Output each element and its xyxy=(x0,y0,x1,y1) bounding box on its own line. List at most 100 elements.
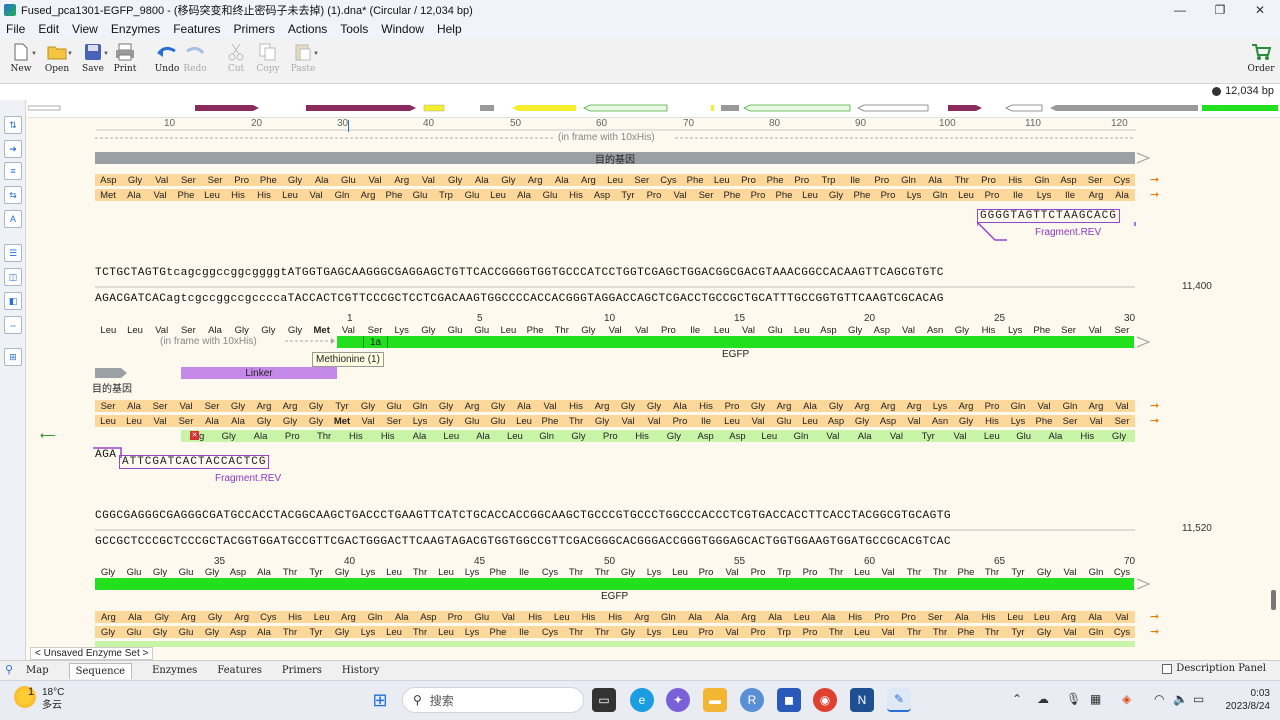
amino-acid[interactable]: Arg xyxy=(1055,612,1082,623)
task-view-icon[interactable]: ▭ xyxy=(592,688,616,712)
amino-acid[interactable]: Val xyxy=(628,325,655,336)
amino-acid[interactable]: Ile xyxy=(682,325,709,336)
amino-acid[interactable]: His xyxy=(522,612,549,623)
amino-acid[interactable]: Ala xyxy=(849,431,881,442)
taskbar-clock[interactable]: 0:03 2023/8/24 xyxy=(1226,687,1271,713)
amino-acid[interactable]: Gly xyxy=(122,175,149,186)
amino-acid[interactable]: Lys xyxy=(1031,190,1057,201)
amino-acid[interactable]: Leu xyxy=(708,325,735,336)
amino-acid[interactable]: Leu xyxy=(485,190,511,201)
amino-acid[interactable]: Leu xyxy=(95,325,122,336)
antivirus-icon[interactable]: ◈ xyxy=(1122,692,1131,706)
amino-acid[interactable]: Gln xyxy=(895,175,922,186)
snapgene-icon[interactable]: ✎ xyxy=(887,688,911,712)
cloud-icon[interactable]: ☁ xyxy=(1037,692,1049,706)
tab-primers[interactable]: Primers xyxy=(282,665,322,676)
amino-acid[interactable]: Phe xyxy=(719,190,745,201)
amino-acid[interactable]: Ala xyxy=(511,190,537,201)
amino-acid[interactable]: Arg xyxy=(228,612,255,623)
amino-acid[interactable]: Arg xyxy=(589,401,615,412)
redo-button[interactable]: Redo xyxy=(178,42,212,82)
amino-acid[interactable]: Gly xyxy=(433,416,459,427)
amino-acid[interactable]: Arg xyxy=(1083,401,1109,412)
amino-acid[interactable]: Val xyxy=(901,416,927,427)
amino-acid[interactable]: Val xyxy=(1109,401,1135,412)
amino-acid[interactable]: Gln xyxy=(1029,175,1056,186)
lanes-icon[interactable]: ☰ xyxy=(4,244,22,262)
amino-acid[interactable]: Phe xyxy=(522,325,549,336)
amino-acid[interactable]: Ser xyxy=(95,401,121,412)
amino-acid[interactable]: Gly xyxy=(251,416,277,427)
amino-acid[interactable]: Val xyxy=(735,325,762,336)
amino-acid[interactable]: Val xyxy=(1082,325,1109,336)
menu-features[interactable]: Features xyxy=(173,22,220,36)
amino-acid[interactable]: Pro xyxy=(276,431,308,442)
amino-acid[interactable]: Gly xyxy=(147,567,173,578)
amino-acid[interactable]: Tyr xyxy=(615,190,641,201)
amino-acid[interactable]: Ala xyxy=(122,612,149,623)
cca-icon[interactable]: ⊞ xyxy=(4,348,22,366)
amino-acid[interactable]: Leu xyxy=(548,612,575,623)
cut-button[interactable]: Cut xyxy=(219,42,253,82)
ruler-icon[interactable]: ⇔ xyxy=(4,316,22,334)
amino-acid[interactable]: Thr xyxy=(823,627,849,638)
amino-acid[interactable]: Ala xyxy=(404,431,436,442)
amino-acid[interactable]: Leu xyxy=(602,175,629,186)
amino-acid[interactable]: Tyr xyxy=(1005,567,1031,578)
amino-acid[interactable]: Arg xyxy=(953,401,979,412)
amino-acid[interactable]: Val xyxy=(147,416,173,427)
amino-acid[interactable]: Ala xyxy=(1082,612,1109,623)
amino-acid[interactable]: Leu xyxy=(435,431,467,442)
amino-acid[interactable]: Gly xyxy=(615,401,641,412)
amino-acid[interactable]: Thr xyxy=(407,567,433,578)
amino-acid[interactable]: His xyxy=(225,190,251,201)
amino-acid[interactable]: Pro xyxy=(693,567,719,578)
amino-acid[interactable]: Arg xyxy=(735,612,762,623)
amino-acid[interactable]: Ser xyxy=(381,416,407,427)
microphone-icon[interactable]: 🎙 xyxy=(1066,692,1081,706)
amino-acid[interactable]: Lys xyxy=(355,627,381,638)
amino-acid[interactable]: Phe xyxy=(381,190,407,201)
bottom-strand-sequence-2[interactable]: GCCGCTCCCGCTCCCGCTACGGTGGATGCCGTTCGACTGG… xyxy=(95,536,951,548)
amino-acid[interactable]: Gly xyxy=(329,627,355,638)
amino-acid[interactable]: Ser xyxy=(1082,175,1109,186)
amino-acid[interactable]: Ala xyxy=(511,401,537,412)
amino-acid[interactable]: Ser xyxy=(147,401,173,412)
amino-acid[interactable]: His xyxy=(1071,431,1103,442)
amino-acid[interactable]: Pro xyxy=(655,325,682,336)
amino-acid[interactable]: Arg xyxy=(355,190,381,201)
amino-acid[interactable]: Leu xyxy=(788,325,815,336)
amino-acid[interactable]: Leu xyxy=(1029,612,1056,623)
amino-acid[interactable]: Val xyxy=(362,175,389,186)
amino-acid[interactable]: Phe xyxy=(255,175,282,186)
amino-acid[interactable]: Val xyxy=(745,416,771,427)
amino-acid[interactable]: Pro xyxy=(868,175,895,186)
bottom-strand-sequence[interactable]: AGACGATCACagtcgccggccgccccaTACCACTCGTTCC… xyxy=(95,293,944,305)
new-button[interactable]: New ▼ xyxy=(4,42,38,82)
amino-acid[interactable]: Leu xyxy=(511,416,537,427)
amino-acid[interactable]: Val xyxy=(895,325,922,336)
amino-acid[interactable]: Pro xyxy=(719,401,745,412)
amino-acid[interactable]: Gln xyxy=(531,431,563,442)
amino-acid[interactable]: Gln xyxy=(927,190,953,201)
amino-acid[interactable]: Arg xyxy=(628,612,655,623)
amino-acid[interactable]: Met xyxy=(95,190,121,201)
amino-acid[interactable]: Leu xyxy=(381,627,407,638)
amino-acid[interactable]: Glu xyxy=(459,190,485,201)
amino-acid[interactable]: Arg xyxy=(175,612,202,623)
battery-icon[interactable]: ▭ xyxy=(1193,692,1204,706)
amino-acid[interactable]: Val xyxy=(944,431,976,442)
amino-acid[interactable]: Leu xyxy=(976,431,1008,442)
amino-acid[interactable]: Thr xyxy=(563,627,589,638)
amino-acid[interactable]: Val xyxy=(415,175,442,186)
amino-acid[interactable]: Gln xyxy=(329,190,355,201)
amino-acid[interactable]: Val xyxy=(537,401,563,412)
amino-acid[interactable]: Ile xyxy=(1057,190,1083,201)
amino-acid[interactable]: Met xyxy=(329,416,355,427)
amino-acid[interactable]: Gly xyxy=(95,567,121,578)
amino-acid[interactable]: Ala xyxy=(708,612,735,623)
amino-acid[interactable]: Pro xyxy=(975,175,1002,186)
copy-button[interactable]: Copy xyxy=(251,42,285,82)
amino-acid[interactable]: Leu xyxy=(433,627,459,638)
amino-acid[interactable]: Phe xyxy=(1029,325,1056,336)
